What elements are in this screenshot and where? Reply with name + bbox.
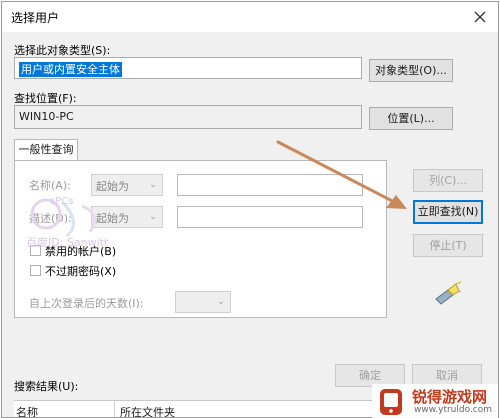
object-type-field: 用户或内置安全主体 bbox=[14, 57, 362, 79]
name-input[interactable] bbox=[177, 174, 363, 196]
watermark-small: sPCs bbox=[50, 196, 74, 207]
title-bar: 选择用户 bbox=[2, 2, 498, 32]
object-types-button[interactable]: 对象类型(O)... bbox=[369, 59, 453, 82]
chevron-down-icon: ⌄ bbox=[149, 212, 157, 222]
days-since-logon-select[interactable]: ⌄ bbox=[175, 291, 231, 313]
search-results-grid[interactable]: 名称 所在文件夹 bbox=[14, 400, 384, 417]
location-field: WIN10-PC bbox=[14, 105, 362, 129]
description-input[interactable] bbox=[177, 206, 363, 228]
object-type-label: 选择此对象类型(S): bbox=[14, 44, 111, 57]
column-header-name[interactable]: 名称 bbox=[16, 404, 38, 417]
object-type-value: 用户或内置安全主体 bbox=[19, 62, 122, 77]
locations-button[interactable]: 位置(L)... bbox=[369, 107, 453, 130]
logo-url: www.ytruldo.com bbox=[414, 405, 493, 415]
days-since-logon-label: 自上次登录后的天数(I): bbox=[29, 297, 144, 310]
stop-button[interactable]: 停止(T) bbox=[413, 234, 483, 257]
no-expire-password-label: 不过期密码(X) bbox=[45, 265, 117, 278]
columns-button[interactable]: 列(C)... bbox=[413, 169, 483, 192]
dialog-title: 选择用户 bbox=[11, 11, 60, 25]
chevron-down-icon: ⌄ bbox=[217, 297, 225, 307]
close-icon[interactable] bbox=[470, 7, 490, 27]
name-label: 名称(A): bbox=[29, 179, 71, 192]
tab-common-queries[interactable]: 一般性查询 bbox=[14, 139, 78, 161]
checkbox-icon[interactable] bbox=[30, 265, 41, 276]
column-header-folder[interactable]: 所在文件夹 bbox=[120, 404, 175, 417]
select-users-dialog: 选择用户 选择此对象类型(S): 用户或内置安全主体 对象类型(O)... 查找… bbox=[1, 1, 499, 418]
chevron-down-icon: ⌄ bbox=[149, 180, 157, 190]
phone-logo-icon bbox=[380, 389, 402, 415]
column-divider bbox=[114, 401, 115, 417]
watermark-id: 百度ID: Sanwitt bbox=[26, 236, 109, 249]
search-flashlight-icon bbox=[435, 281, 462, 305]
search-results-label: 搜索结果(U): bbox=[14, 380, 79, 393]
logo-name: 锐得游戏网 bbox=[412, 388, 488, 406]
location-label: 查找位置(F): bbox=[14, 92, 77, 105]
find-now-button[interactable]: 立即查找(N) bbox=[413, 200, 483, 224]
